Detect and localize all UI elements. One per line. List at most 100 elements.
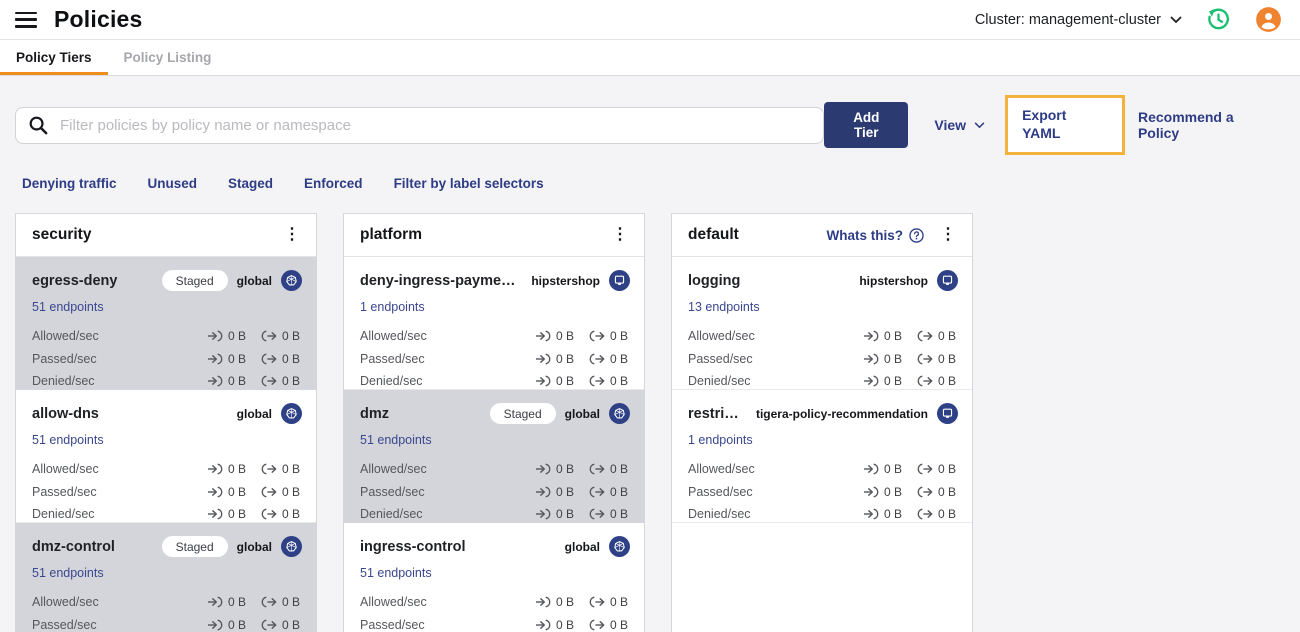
staged-badge: Staged (161, 536, 228, 557)
tier-menu-button[interactable]: ⋮ (606, 223, 634, 247)
search-icon (29, 116, 48, 134)
metric-label: Denied/sec (32, 507, 95, 522)
tier-card-platform: platform ⋮ deny-ingress-paymentservi… St… (343, 213, 645, 632)
metric-label: Denied/sec (688, 374, 751, 389)
endpoints-link[interactable]: 1 endpoints (688, 433, 753, 447)
staged-badge: Staged (489, 403, 556, 424)
whats-this-link[interactable]: Whats this? (827, 228, 925, 243)
namespace-badge-icon (281, 536, 302, 557)
endpoints-link[interactable]: 51 endpoints (360, 433, 432, 447)
endpoints-link[interactable]: 51 endpoints (32, 300, 104, 314)
recommend-policy-button[interactable]: Recommend a Policy (1138, 109, 1278, 141)
user-avatar[interactable] (1255, 6, 1282, 33)
ingress-value: 0 B (556, 462, 575, 477)
metric-label: Denied/sec (688, 507, 751, 522)
policy-card-dmz-control[interactable]: dmz-control Staged global 51 endpoints A… (16, 523, 316, 632)
policy-card-allow-dns[interactable]: allow-dns Staged global 51 endpoints (16, 390, 316, 523)
ingress-value: 0 B (556, 351, 575, 366)
tab-policy-tiers[interactable]: Policy Tiers (0, 40, 108, 75)
cluster-selector[interactable]: Cluster: management-cluster (975, 12, 1182, 28)
ingress-value: 0 B (884, 462, 903, 477)
tier-menu-button[interactable]: ⋮ (934, 223, 962, 247)
egress-icon (589, 508, 605, 520)
egress-icon (589, 486, 605, 498)
policy-card-restricted[interactable]: restricted Staged tigera-policy-recommen… (672, 390, 972, 523)
egress-value: 0 B (938, 484, 957, 499)
hamburger-menu-icon[interactable] (15, 11, 37, 28)
metric-label: Allowed/sec (32, 462, 99, 477)
namespace-badge-icon (281, 403, 302, 424)
egress-icon (261, 486, 277, 498)
endpoints-link[interactable]: 1 endpoints (360, 300, 425, 314)
staged-badge: Staged (161, 270, 228, 291)
add-tier-button[interactable]: Add Tier (824, 102, 909, 148)
namespace-badge-icon (281, 270, 302, 291)
ingress-icon (208, 463, 223, 475)
policy-card-dmz[interactable]: dmz Staged global 51 endpoints Allowed/s… (344, 390, 644, 523)
metric-row: Passed/sec 0 B 0 B (688, 481, 958, 504)
endpoints-link[interactable]: 51 endpoints (32, 433, 104, 447)
policy-metrics: Allowed/sec 0 B 0 B Passed/sec (32, 458, 302, 526)
tab-policy-listing[interactable]: Policy Listing (108, 40, 228, 75)
policy-card-deny-ingress-paymentservi[interactable]: deny-ingress-paymentservi… Staged hipste… (344, 257, 644, 390)
egress-value: 0 B (282, 595, 301, 610)
view-dropdown-button[interactable]: View (934, 117, 985, 133)
globe-icon (286, 275, 297, 286)
search-input[interactable] (15, 106, 825, 144)
namespace-badge-icon (609, 403, 630, 424)
metric-row: Passed/sec 0 B 0 B (360, 614, 630, 632)
export-yaml-button[interactable]: Export YAML (1005, 95, 1125, 155)
policies-toolbar: Add Tier View Export YAML Recommend a Po… (0, 76, 1300, 155)
globe-icon (614, 541, 625, 552)
app-cube-icon (614, 275, 625, 285)
policy-name: logging (688, 272, 741, 289)
ingress-value: 0 B (228, 329, 247, 344)
metric-label: Allowed/sec (688, 329, 755, 344)
policy-card-logging[interactable]: logging Staged hipstershop 13 endpoints (672, 257, 972, 390)
ingress-value: 0 B (884, 351, 903, 366)
metric-row: Allowed/sec 0 B 0 B (360, 458, 630, 481)
policy-namespace: hipstershop (531, 273, 600, 288)
filter-unused[interactable]: Unused (148, 176, 198, 191)
filter-staged[interactable]: Staged (228, 176, 273, 191)
endpoints-link[interactable]: 13 endpoints (688, 300, 760, 314)
egress-icon (261, 463, 277, 475)
tier-header: platform ⋮ (344, 214, 644, 257)
metric-label: Passed/sec (32, 617, 97, 632)
metric-label: Passed/sec (360, 617, 425, 632)
metric-label: Passed/sec (32, 351, 97, 366)
egress-value: 0 B (610, 595, 629, 610)
history-icon[interactable] (1205, 6, 1232, 33)
metric-row: Passed/sec 0 B 0 B (688, 348, 958, 371)
ingress-icon (536, 330, 551, 342)
egress-value: 0 B (938, 329, 957, 344)
metric-row: Allowed/sec 0 B 0 B (32, 458, 302, 481)
ingress-value: 0 B (884, 484, 903, 499)
tier-title: platform (360, 226, 422, 243)
policy-namespace: hipstershop (859, 273, 928, 288)
ingress-icon (864, 375, 879, 387)
filter-by-label-selectors[interactable]: Filter by label selectors (394, 176, 544, 191)
policy-card-ingress-control[interactable]: ingress-control Staged global 51 endpoin… (344, 523, 644, 632)
tier-menu-button[interactable]: ⋮ (278, 223, 306, 247)
egress-icon (917, 486, 933, 498)
ingress-icon (536, 375, 551, 387)
metric-row: Passed/sec 0 B 0 B (360, 481, 630, 504)
metric-row: Allowed/sec 0 B 0 B (360, 591, 630, 614)
ingress-value: 0 B (556, 595, 575, 610)
ingress-value: 0 B (228, 374, 247, 389)
policy-namespace: global (236, 273, 272, 288)
policy-name: allow-dns (32, 405, 99, 422)
egress-icon (589, 353, 605, 365)
egress-value: 0 B (282, 374, 301, 389)
metric-label: Allowed/sec (32, 329, 99, 344)
endpoints-link[interactable]: 51 endpoints (32, 566, 104, 580)
egress-icon (917, 353, 933, 365)
filter-denying-traffic[interactable]: Denying traffic (22, 176, 117, 191)
filter-enforced[interactable]: Enforced (304, 176, 363, 191)
ingress-icon (536, 486, 551, 498)
ingress-value: 0 B (884, 507, 903, 522)
endpoints-link[interactable]: 51 endpoints (360, 566, 432, 580)
ingress-icon (208, 619, 223, 631)
policy-card-egress-deny[interactable]: egress-deny Staged global 51 endpoints A… (16, 257, 316, 390)
